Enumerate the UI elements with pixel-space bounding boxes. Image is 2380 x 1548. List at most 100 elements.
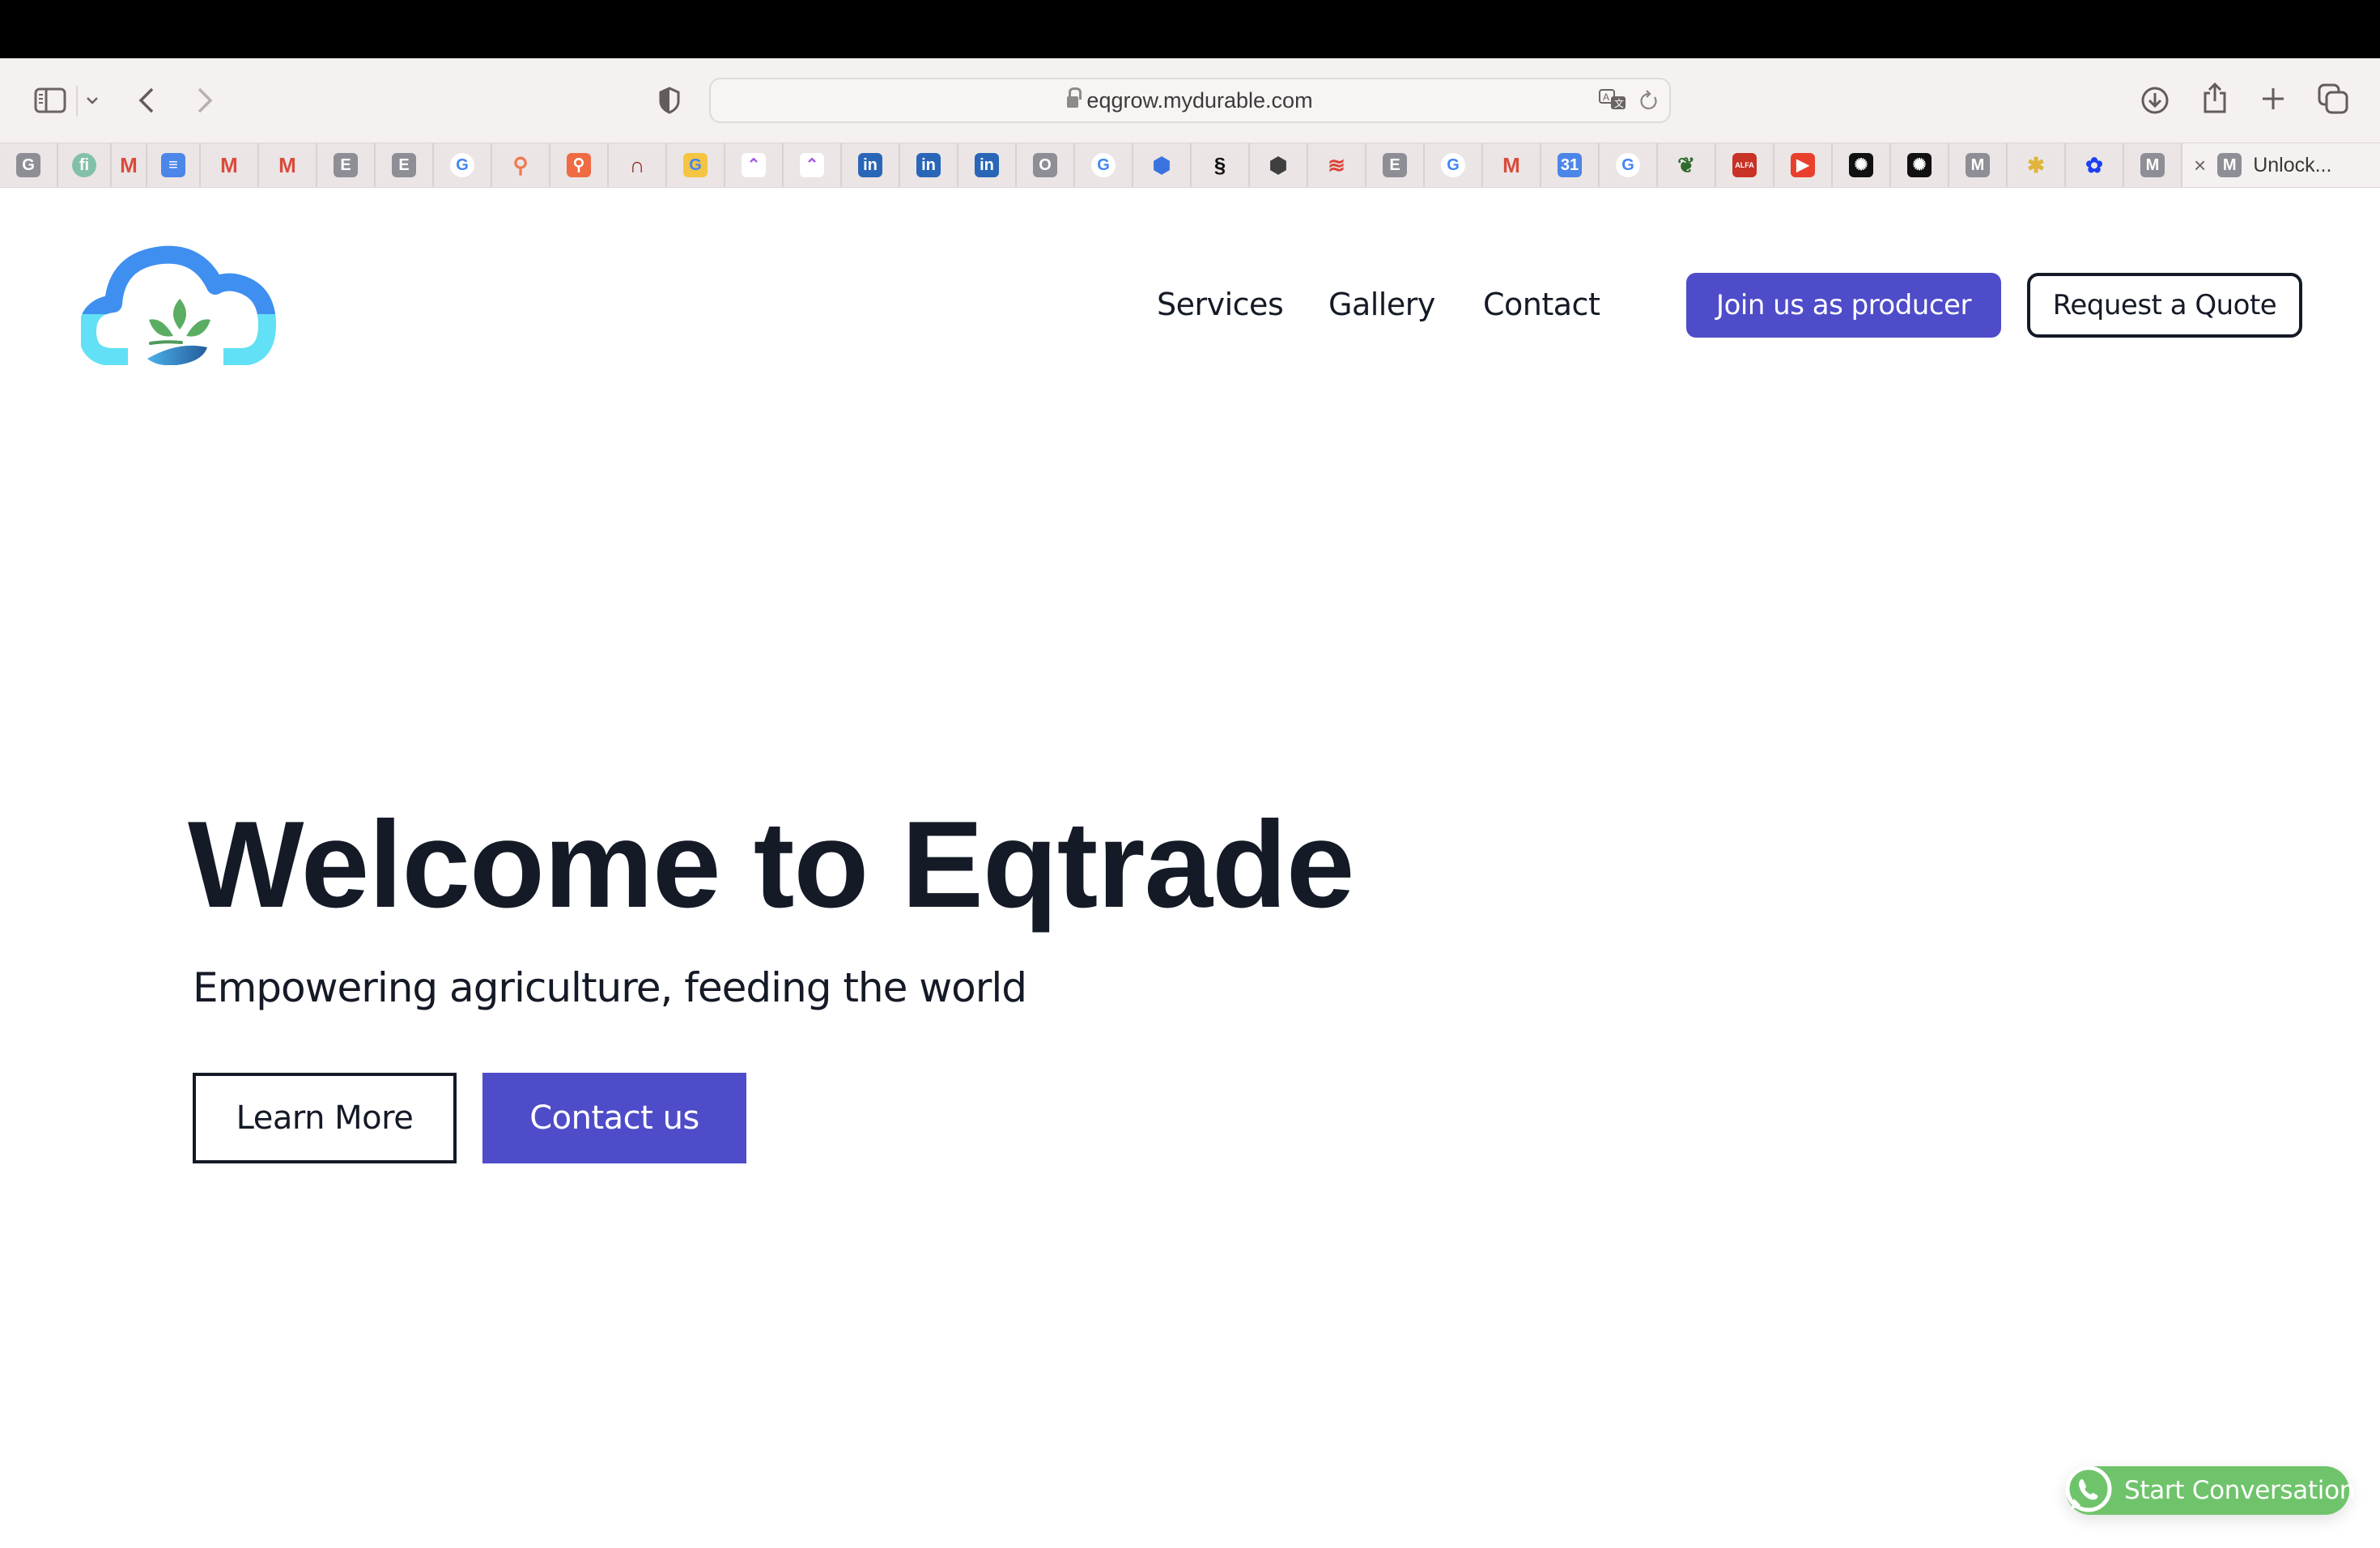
- pinned-tab-arch[interactable]: ∩: [609, 143, 667, 187]
- pinned-tab-google[interactable]: G: [1600, 143, 1658, 187]
- pinned-tab-chatgpt[interactable]: ✺: [1891, 143, 1949, 187]
- close-tab-icon[interactable]: ×: [2194, 153, 2206, 178]
- gmail-favicon-icon: M: [220, 153, 238, 177]
- pinned-tab-youtube[interactable]: ▶: [1774, 143, 1833, 187]
- plus-icon[interactable]: [2257, 83, 2289, 115]
- pinned-tab-dark-cube[interactable]: ⬢: [1250, 143, 1308, 187]
- dark-cube-favicon-icon: ⬢: [1269, 153, 1288, 177]
- chevron-right-icon[interactable]: [193, 83, 217, 118]
- pinned-tab-clickup[interactable]: ⌃: [784, 143, 842, 187]
- tab-overview-icon[interactable]: [2315, 81, 2351, 117]
- site-logo[interactable]: [79, 236, 278, 366]
- download-icon[interactable]: [2137, 83, 2173, 118]
- blue-hexagon-favicon-icon: ⬢: [1152, 153, 1171, 177]
- tab-strip: Gfi M ≡ M M E E G ⚲ ⚲ ∩ G ⌃ ⌃ in in in O G ⬢ § ⬢ ≋ E G M 31 G ❦ ALFA ▶…: [0, 142, 2380, 188]
- pinned-tab-e-gray[interactable]: E: [317, 143, 376, 187]
- pinned-tab-google-calendar[interactable]: 31: [1541, 143, 1600, 187]
- nav-gallery[interactable]: Gallery: [1328, 287, 1435, 322]
- hero-title: Welcome to Eqtrade: [188, 796, 1354, 933]
- pinned-tab-slack[interactable]: ✱: [2008, 143, 2066, 187]
- avocado-favicon-icon: ❦: [1677, 153, 1695, 177]
- nav-contact[interactable]: Contact: [1483, 287, 1600, 322]
- m-gray-favicon-icon: M: [1966, 153, 1990, 177]
- gmail-favicon-icon: M: [120, 153, 138, 177]
- google-favicon-icon: G: [1441, 153, 1465, 177]
- gmail-favicon-icon: M: [278, 153, 296, 177]
- os-top-bar: [0, 0, 2380, 58]
- pinned-tab-google[interactable]: G: [1075, 143, 1133, 187]
- blue-flower-favicon-icon: ✿: [2085, 153, 2103, 177]
- e-gray-favicon-icon: E: [334, 153, 358, 177]
- arch-favicon-icon: ∩: [629, 153, 645, 177]
- sidebar-icon[interactable]: [32, 84, 68, 117]
- alfa-favicon-icon: ALFA: [1732, 153, 1757, 177]
- pinned-tab-e-gray[interactable]: E: [376, 143, 434, 187]
- google-calendar-favicon-icon: 31: [1558, 153, 1582, 177]
- pinned-tab-google[interactable]: G: [434, 143, 492, 187]
- browser-toolbar: eqgrow.mydurable.com A文: [0, 58, 2380, 142]
- clickup-favicon-icon: ⌃: [800, 153, 824, 177]
- chevron-down-icon[interactable]: [83, 91, 102, 110]
- shield-icon[interactable]: [656, 83, 683, 118]
- pinned-tab-linkedin[interactable]: in: [958, 143, 1017, 187]
- toolbar-separator: [76, 86, 78, 117]
- pinned-tab-m-gray[interactable]: M: [1949, 143, 2008, 187]
- google-favicon-icon: G: [1091, 153, 1116, 177]
- linkedin-favicon-icon: in: [975, 153, 999, 177]
- youtube-favicon-icon: ▶: [1791, 153, 1815, 177]
- fi-green-favicon-icon: fi: [72, 153, 96, 177]
- pinned-tab-clickup[interactable]: ⌃: [725, 143, 784, 187]
- reload-icon[interactable]: [1637, 87, 1661, 113]
- pinned-tab-fi-green[interactable]: fi: [58, 143, 112, 187]
- pinned-tab-m-gray[interactable]: M: [2124, 143, 2182, 187]
- join-as-producer-button[interactable]: Join us as producer: [1686, 273, 2001, 338]
- request-quote-button[interactable]: Request a Quote: [2027, 273, 2302, 338]
- pinned-tab-g-gray[interactable]: G: [0, 143, 58, 187]
- pinned-tab-squarespace[interactable]: §: [1192, 143, 1250, 187]
- pinned-tab-hubspot[interactable]: ⚲: [492, 143, 550, 187]
- pinned-tab-gmail[interactable]: M: [1483, 143, 1541, 187]
- active-tab-favicon: M: [2217, 153, 2242, 177]
- chatgpt-favicon-icon: ✺: [1849, 153, 1873, 177]
- slack-favicon-icon: ✱: [2027, 153, 2045, 177]
- pinned-tab-avocado[interactable]: ❦: [1658, 143, 1716, 187]
- svg-text:文: 文: [1614, 97, 1624, 109]
- pinned-tab-linkedin[interactable]: in: [900, 143, 958, 187]
- chevron-left-icon[interactable]: [134, 83, 159, 118]
- e-gray-favicon-icon: E: [392, 153, 416, 177]
- url-text[interactable]: eqgrow.mydurable.com: [1086, 88, 1312, 113]
- whatsapp-start-conversation-button[interactable]: Start Conversation: [2065, 1465, 2355, 1515]
- pinned-tab-e-gray[interactable]: E: [1366, 143, 1425, 187]
- clickup-favicon-icon: ⌃: [742, 153, 766, 177]
- pinned-tab-gmail[interactable]: M: [201, 143, 259, 187]
- web-page: Services Gallery Contact Join us as prod…: [0, 189, 2380, 1548]
- pinned-tab-blue-hexagon[interactable]: ⬢: [1133, 143, 1192, 187]
- pinned-tab-gmail[interactable]: M: [112, 143, 147, 187]
- pinned-tab-wto[interactable]: ≋: [1308, 143, 1366, 187]
- pinned-tab-linkedin[interactable]: in: [842, 143, 900, 187]
- pinned-tab-chatgpt[interactable]: ✺: [1833, 143, 1891, 187]
- pinned-tab-google[interactable]: G: [1425, 143, 1483, 187]
- pinned-tab-google-tag[interactable]: G: [667, 143, 725, 187]
- learn-more-button[interactable]: Learn More: [193, 1073, 457, 1163]
- pinned-tab-google-docs[interactable]: ≡: [147, 143, 201, 187]
- pinned-tab-gmail[interactable]: M: [259, 143, 317, 187]
- nav-services[interactable]: Services: [1157, 287, 1284, 322]
- o-gray-favicon-icon: O: [1033, 153, 1057, 177]
- g-gray-favicon-icon: G: [16, 153, 40, 177]
- active-tab[interactable]: × M Unlock...: [2182, 143, 2380, 187]
- linkedin-favicon-icon: in: [916, 153, 941, 177]
- svg-text:A: A: [1603, 91, 1609, 103]
- hubspot-square-favicon-icon: ⚲: [567, 153, 591, 177]
- pinned-tab-alfa[interactable]: ALFA: [1716, 143, 1774, 187]
- address-bar[interactable]: eqgrow.mydurable.com A文: [709, 78, 1671, 123]
- contact-us-button[interactable]: Contact us: [482, 1073, 746, 1163]
- pinned-tab-blue-flower[interactable]: ✿: [2066, 143, 2124, 187]
- lock-icon: [1067, 87, 1082, 111]
- cloud-sprout-logo-icon: [79, 245, 276, 366]
- hubspot-favicon-icon: ⚲: [512, 153, 529, 177]
- translate-icon[interactable]: A文: [1596, 86, 1629, 115]
- pinned-tab-o-gray[interactable]: O: [1017, 143, 1075, 187]
- pinned-tab-hubspot-square[interactable]: ⚲: [550, 143, 609, 187]
- share-icon[interactable]: [2197, 78, 2233, 118]
